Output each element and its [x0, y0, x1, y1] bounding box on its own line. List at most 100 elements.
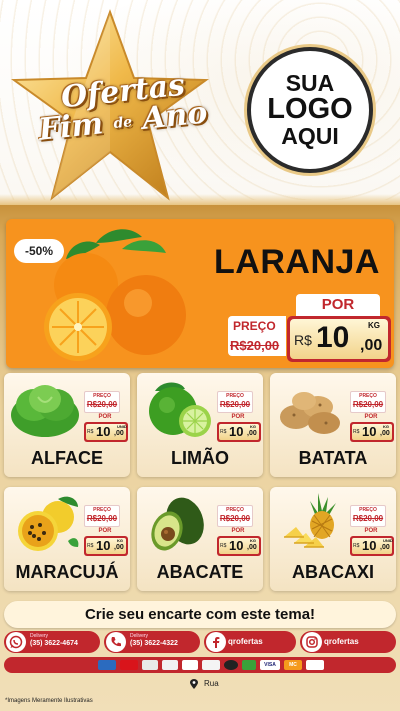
- phone-icon: [106, 632, 126, 652]
- logo-placeholder: SUA LOGO AQUI: [247, 47, 373, 173]
- card-icon-blue: [98, 660, 116, 670]
- featured-price-cents: ,00: [360, 337, 383, 354]
- contact-facebook[interactable]: qrofertas: [204, 631, 296, 653]
- price-cents: ,00: [114, 544, 124, 551]
- price-tag: PREÇO R$20,00 POR R$ 10 ,00 KG: [350, 391, 394, 445]
- price-int: 10: [96, 538, 111, 553]
- payment-methods-bar: VISA MC: [4, 657, 396, 673]
- featured-unit: KG: [368, 321, 380, 330]
- old-price: R$20,00: [86, 514, 118, 523]
- product-name: ABACAXI: [291, 562, 374, 582]
- whatsapp-number: (35) 3622-4674: [30, 640, 78, 647]
- contact-instagram[interactable]: qrofertas: [300, 631, 396, 653]
- price-cents: ,00: [247, 544, 257, 551]
- price-int: 10: [96, 424, 111, 439]
- featured-product-name: LARANJA: [214, 243, 380, 281]
- new-price-label: POR: [98, 528, 112, 534]
- currency: R$: [353, 543, 360, 549]
- visa-icon: VISA: [260, 660, 280, 670]
- card-icon-gray: [142, 660, 158, 670]
- featured-price-tag: R$ 10 ,00 KG: [287, 316, 391, 362]
- card-icon-light: [306, 660, 324, 670]
- new-price-label: POR: [231, 528, 245, 534]
- avocado-image: [151, 497, 204, 551]
- phone-label: Delivery: [130, 633, 149, 639]
- unit: KG: [383, 424, 389, 429]
- old-price: R$20,00: [86, 400, 118, 409]
- discount-badge: -50%: [14, 239, 64, 263]
- lettuce-image: [11, 385, 79, 437]
- price-int: 10: [229, 538, 244, 553]
- store-address: Rua: [204, 679, 219, 688]
- card-icon-elo: [182, 660, 198, 670]
- featured-price-int: 10: [316, 321, 350, 354]
- disclaimer: *Imagens Meramente Ilustrativas: [5, 698, 93, 704]
- promo-word-ano: Ano: [140, 95, 209, 137]
- old-price: R$20,00: [352, 514, 384, 523]
- instagram-handle: qrofertas: [324, 637, 359, 646]
- lime-image: [149, 382, 211, 437]
- phone-number: (35) 3622-4322: [130, 640, 178, 647]
- unit: UNID: [383, 538, 393, 543]
- old-price-label: PREÇO: [93, 393, 111, 399]
- product-name: ABACATE: [156, 562, 244, 582]
- whatsapp-icon: [6, 632, 26, 652]
- price-tag: PREÇO R$20,00 POR R$ 10 ,00 UNID: [84, 391, 128, 445]
- instagram-icon: [302, 632, 322, 652]
- product-name: LIMÃO: [171, 448, 229, 468]
- featured-old-price-box: PREÇO R$20,00: [228, 316, 286, 356]
- price-int: 10: [362, 424, 377, 439]
- currency: R$: [220, 429, 227, 435]
- old-price-label: PREÇO: [359, 507, 377, 513]
- cta-banner[interactable]: Crie seu encarte com este tema!: [4, 601, 396, 628]
- card-icon-white: [162, 660, 178, 670]
- logo-text-line3: AQUI: [281, 122, 339, 149]
- unit: KG: [117, 538, 123, 543]
- facebook-icon: [206, 632, 226, 652]
- old-price-label: PREÇO: [226, 393, 244, 399]
- price-tag: PREÇO R$20,00 POR R$ 10 ,00 KG: [84, 505, 128, 559]
- product-card-alface: PREÇO R$20,00 POR R$ 10 ,00 UNID ALFACE: [4, 373, 130, 477]
- promo-word-de: de: [112, 114, 133, 132]
- featured-old-price: R$20,00: [230, 338, 280, 353]
- contact-phone[interactable]: Delivery (35) 3622-4322: [104, 631, 200, 653]
- unit: KG: [250, 538, 256, 543]
- card-icon-dark: [224, 660, 238, 670]
- featured-new-price-label: POR: [296, 294, 380, 316]
- price-cents: ,00: [380, 544, 390, 551]
- card-icon-hiper: [202, 660, 220, 670]
- new-price-label: POR: [364, 414, 378, 420]
- price-tag: PREÇO R$20,00 POR R$ 10 ,00 UNID: [350, 505, 394, 559]
- product-card-batata: PREÇO R$20,00 POR R$ 10 ,00 KG BATATA: [270, 373, 396, 477]
- location-pin-icon: [190, 679, 198, 689]
- product-card-maracuja: PREÇO R$20,00 POR R$ 10 ,00 KG MARACUJÁ: [4, 487, 130, 591]
- featured-currency: R$: [294, 332, 312, 348]
- new-price-label: POR: [231, 414, 245, 420]
- price-cents: ,00: [247, 430, 257, 437]
- contact-whatsapp[interactable]: Delivery (35) 3622-4674: [4, 631, 100, 653]
- old-price: R$20,00: [352, 400, 384, 409]
- price-tag: PREÇO R$20,00 POR R$ 10 ,00 KG: [217, 505, 261, 559]
- unit: KG: [250, 424, 256, 429]
- whatsapp-label: Delivery: [30, 633, 49, 639]
- currency: R$: [220, 543, 227, 549]
- currency: R$: [87, 429, 94, 435]
- product-card-abacate: PREÇO R$20,00 POR R$ 10 ,00 KG ABACATE: [137, 487, 263, 591]
- price-cents: ,00: [380, 430, 390, 437]
- currency: R$: [87, 543, 94, 549]
- product-name: MARACUJÁ: [15, 562, 119, 582]
- featured-old-price-label: PREÇO: [233, 319, 276, 333]
- price-cents: ,00: [114, 430, 124, 437]
- card-icon-red: [120, 660, 138, 670]
- product-name: ALFACE: [31, 448, 103, 468]
- price-tag: PREÇO R$20,00 POR R$ 10 ,00 KG: [217, 391, 261, 445]
- unit: UNID: [117, 424, 127, 429]
- old-price-label: PREÇO: [226, 507, 244, 513]
- product-card-abacaxi: PREÇO R$20,00 POR R$ 10 ,00 UNID ABACAXI: [270, 487, 396, 591]
- new-price-label: POR: [98, 414, 112, 420]
- pineapple-image: [284, 493, 336, 548]
- old-price-label: PREÇO: [93, 507, 111, 513]
- currency: R$: [353, 429, 360, 435]
- price-int: 10: [229, 424, 244, 439]
- potato-image: [280, 392, 340, 434]
